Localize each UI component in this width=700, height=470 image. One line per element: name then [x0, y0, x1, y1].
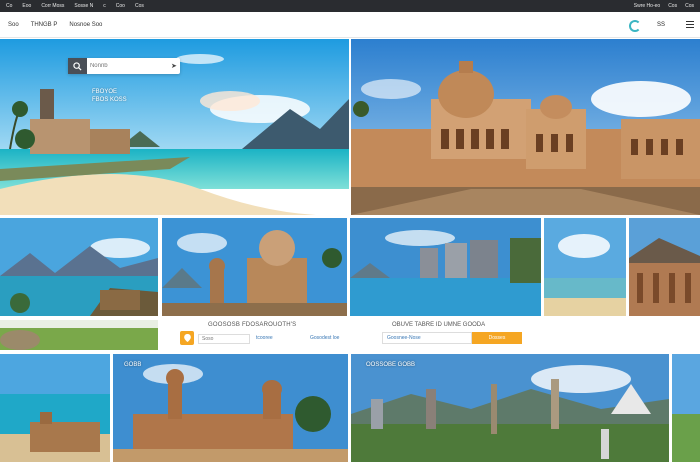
search-icon[interactable]	[68, 58, 87, 74]
booking-select-field[interactable]: Goosnee-Nose	[382, 332, 472, 344]
valley-label: OOSSOBE GOBB	[366, 362, 416, 368]
booking-title-left: GOOSOSB FDOSAROUOTH'S	[208, 322, 297, 328]
coastal-fort-scene	[0, 354, 110, 462]
brand-name[interactable]: THNGB P	[31, 22, 58, 28]
hero-search-input[interactable]	[86, 63, 168, 69]
location-icon[interactable]	[180, 331, 194, 345]
palace-scene	[351, 39, 700, 215]
main-navbar: Soo THNGB P Nosnoe Soo SS	[0, 12, 700, 38]
topbar-right-group: Swre Ho-eo Cos Cos	[634, 3, 694, 9]
coast-image[interactable]	[544, 218, 626, 316]
booking-strip: GOOSOSB FDOSAROUOTH'S OBUVE TABRE ID UMN…	[160, 318, 700, 352]
brand-logo-icon[interactable]	[629, 20, 641, 32]
nav-item[interactable]: Soo	[8, 22, 19, 28]
edge-scene	[672, 354, 700, 462]
hero-caption-line: FBOS KOSS	[92, 97, 127, 103]
mountain-lake-scene	[0, 218, 158, 316]
topbar-item[interactable]: Eoo	[22, 3, 31, 9]
topbar-right-item[interactable]: Swre Ho-eo	[634, 3, 660, 9]
travel-page: Co Eoo Corr Moss Sosse N c Coo Cos Swre …	[0, 0, 700, 470]
topbar-item[interactable]: Corr Moss	[41, 3, 64, 9]
hero-palace-image[interactable]	[351, 39, 700, 215]
arrow-icon[interactable]: ➤	[168, 62, 180, 70]
hero-caption-line: FBOYOE	[92, 89, 118, 95]
destination-field[interactable]: Soso	[198, 334, 250, 344]
edge-image[interactable]	[672, 354, 700, 462]
hero-caption: FBOYOE FBOS KOSS	[92, 88, 127, 104]
castle-label: GOBB	[124, 362, 142, 368]
search-button[interactable]: Dosses	[472, 332, 522, 344]
ruins-scene	[629, 218, 700, 316]
valley-ruins-image[interactable]	[351, 354, 669, 462]
date-link[interactable]: tcooree	[256, 335, 286, 343]
hero-search-bar[interactable]: ➤	[68, 58, 180, 74]
city-waterfront-scene	[350, 218, 541, 316]
topbar-item[interactable]: c	[103, 3, 106, 9]
city-waterfront-image[interactable]	[350, 218, 541, 316]
castle-image[interactable]	[113, 354, 348, 462]
topbar-item[interactable]: Sosse N	[74, 3, 93, 9]
grass-field-image[interactable]	[0, 320, 158, 350]
ruins-image[interactable]	[629, 218, 700, 316]
coastal-fort-image[interactable]	[0, 354, 110, 462]
topbar-right-item[interactable]: Cos	[685, 3, 694, 9]
mountain-lake-image[interactable]	[0, 218, 158, 316]
coast-scene	[544, 218, 626, 316]
topbar-item[interactable]: Co	[6, 3, 12, 9]
top-utility-bar: Co Eoo Corr Moss Sosse N c Coo Cos Swre …	[0, 0, 700, 12]
nav-right-link[interactable]: SS	[657, 22, 665, 28]
booking-title-right: OBUVE TABRE ID UMNE GOODA	[392, 322, 486, 328]
temple-image[interactable]	[162, 218, 347, 316]
temple-scene	[162, 218, 347, 316]
topbar-item[interactable]: Cos	[135, 3, 144, 9]
topbar-item[interactable]: Coo	[116, 3, 125, 9]
valley-ruins-scene	[351, 354, 669, 462]
menu-icon[interactable]	[686, 21, 694, 29]
nav-search-label[interactable]: Nosnoe Soo	[69, 22, 102, 28]
grass-field-scene	[0, 320, 158, 350]
castle-scene	[113, 354, 348, 462]
topbar-right-item[interactable]: Cos	[668, 3, 677, 9]
guests-link[interactable]: Gosodest loe	[310, 335, 350, 343]
